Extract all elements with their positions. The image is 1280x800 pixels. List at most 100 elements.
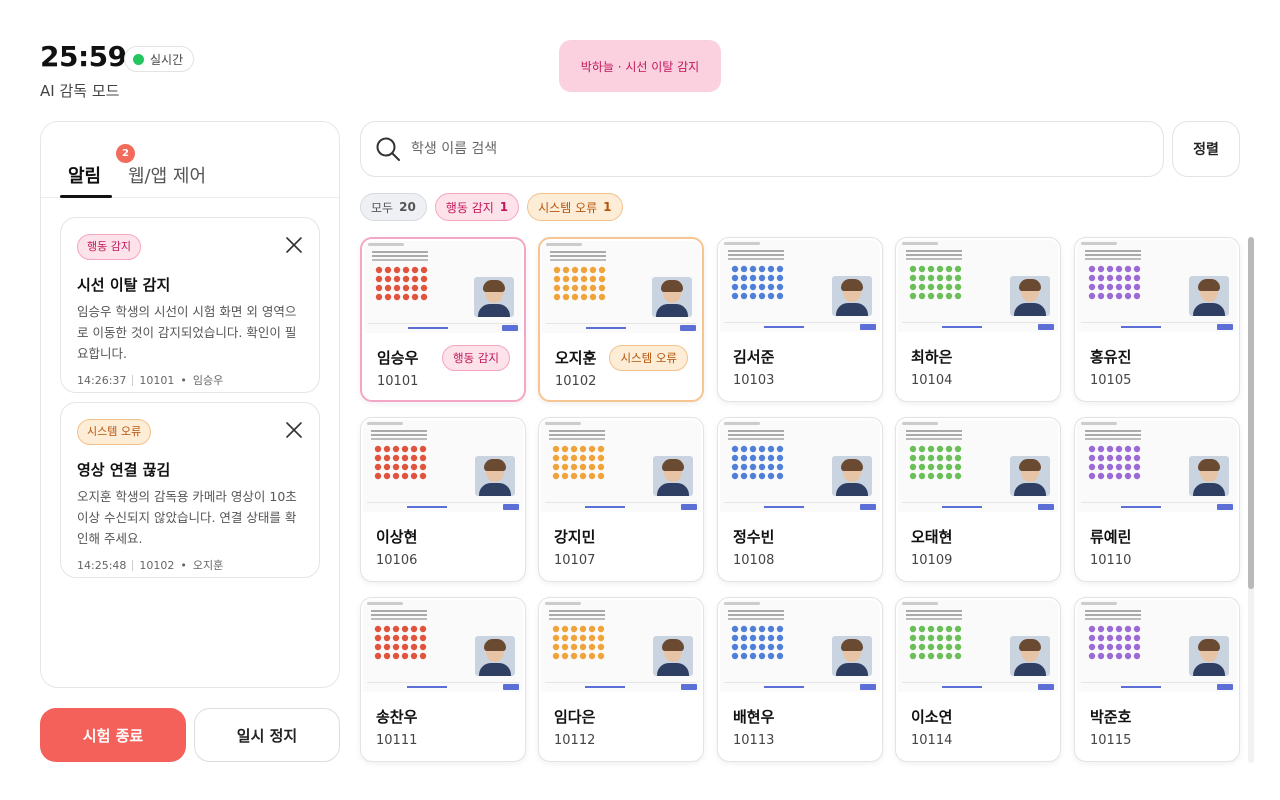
alert-meta: 14:25:48 10102 • 오지훈	[77, 557, 303, 573]
screen-thumbnail	[364, 241, 522, 333]
student-card[interactable]: 이상현 10106	[360, 417, 526, 582]
webcam-feed	[1189, 636, 1229, 676]
alert-type-chip: 시스템 오류	[77, 419, 152, 445]
filter-behavior[interactable]: 행동 감지 1	[434, 193, 520, 221]
student-name: 최하은	[911, 348, 953, 366]
scroll-thumb[interactable]	[1248, 237, 1254, 589]
problem-objects-icon	[1088, 265, 1141, 300]
screen-thumbnail	[363, 600, 523, 692]
student-card[interactable]: 임다은 10112	[538, 597, 704, 762]
student-card[interactable]: 임승우 10101 행동 감지	[360, 237, 526, 402]
webcam-feed	[832, 636, 872, 676]
tab-web-app-control[interactable]: 웹/앱 제어	[128, 162, 206, 188]
student-card[interactable]: 오지훈 10102 시스템 오류	[538, 237, 704, 402]
webcam-feed	[653, 456, 693, 496]
student-id: 10106	[376, 553, 418, 568]
student-card[interactable]: 송찬우 10111	[360, 597, 526, 762]
student-id: 10109	[911, 553, 953, 568]
problem-objects-icon	[1088, 625, 1141, 660]
status-badge: 행동 감지	[442, 345, 510, 371]
problem-objects-icon	[731, 625, 784, 660]
alert-body: 오지훈 학생의 감독용 카메라 영상이 10초 이상 수신되지 않았습니다. 연…	[77, 489, 297, 546]
screen-thumbnail	[720, 420, 880, 512]
webcam-feed	[475, 636, 515, 676]
alert-count-badge: 2	[116, 144, 135, 163]
student-name: 김서준	[733, 348, 775, 366]
student-card[interactable]: 최하은 10104	[895, 237, 1061, 402]
alert-title: 시선 이탈 감지	[77, 276, 171, 294]
student-card[interactable]: 강지민 10107	[538, 417, 704, 582]
end-exam-button[interactable]: 시험 종료	[40, 708, 186, 762]
problem-objects-icon	[1088, 445, 1141, 480]
active-tab-indicator	[60, 195, 112, 198]
student-name: 임승우	[377, 349, 419, 367]
student-name: 이상현	[376, 528, 418, 546]
student-card[interactable]: 배현우 10113	[717, 597, 883, 762]
close-icon[interactable]	[285, 236, 303, 254]
screen-thumbnail	[720, 240, 880, 332]
student-id: 10111	[376, 733, 418, 748]
student-id: 10114	[911, 733, 953, 748]
alert-type-chip: 행동 감지	[77, 234, 141, 260]
problem-objects-icon	[374, 445, 427, 480]
screen-thumbnail	[720, 600, 880, 692]
exam-timer: 25:59	[40, 40, 127, 73]
screen-thumbnail	[898, 600, 1058, 692]
screen-thumbnail	[542, 241, 700, 333]
student-name: 박준호	[1090, 708, 1132, 726]
problem-objects-icon	[731, 445, 784, 480]
student-id: 10112	[554, 733, 596, 748]
search-icon	[376, 137, 400, 161]
problem-objects-icon	[374, 625, 427, 660]
meta-divider	[132, 374, 134, 386]
alert-toast[interactable]: 박하늘 · 시선 이탈 감지	[559, 40, 721, 92]
filter-label: 모두	[371, 200, 394, 215]
webcam-feed	[474, 277, 514, 317]
student-name: 임다은	[554, 708, 596, 726]
filter-label: 시스템 오류	[538, 200, 598, 215]
mode-label: AI 감독 모드	[40, 82, 120, 100]
student-name: 강지민	[554, 528, 596, 546]
webcam-feed	[832, 456, 872, 496]
meta-divider	[132, 559, 134, 571]
student-card[interactable]: 김서준 10103	[717, 237, 883, 402]
pause-button[interactable]: 일시 정지	[194, 708, 340, 762]
student-card[interactable]: 정수빈 10108	[717, 417, 883, 582]
screen-thumbnail	[541, 600, 701, 692]
student-name: 정수빈	[733, 528, 775, 546]
student-card[interactable]: 박준호 10115	[1074, 597, 1240, 762]
student-grid: 임승우 10101 행동 감지 오지훈 10102 시스템 오류 김서준 10103 최하은 10…	[360, 237, 1240, 763]
student-id: 10102	[555, 374, 597, 389]
filter-system-error[interactable]: 시스템 오류 1	[527, 193, 623, 221]
search-bar[interactable]	[360, 121, 1164, 177]
sort-button[interactable]: 정렬	[1172, 121, 1240, 177]
filter-count: 1	[603, 200, 612, 214]
tab-alerts[interactable]: 알림	[68, 162, 101, 188]
close-icon[interactable]	[285, 421, 303, 439]
search-input[interactable]	[411, 141, 1111, 157]
problem-objects-icon	[553, 266, 606, 301]
screen-thumbnail	[1077, 420, 1237, 512]
alert-card[interactable]: 시스템 오류 영상 연결 끊김 오지훈 학생의 감독용 카메라 영상이 10초 …	[60, 402, 320, 578]
student-id: 10115	[1090, 733, 1132, 748]
grid-scrollbar[interactable]	[1248, 237, 1254, 763]
webcam-feed	[653, 636, 693, 676]
student-card[interactable]: 오태현 10109	[895, 417, 1061, 582]
filter-label: 행동 감지	[445, 200, 494, 215]
student-id: 10101	[377, 374, 419, 389]
student-name: 배현우	[733, 708, 775, 726]
student-card[interactable]: 류예린 10110	[1074, 417, 1240, 582]
alert-student-id: 10102	[139, 558, 175, 572]
problem-objects-icon	[909, 265, 962, 300]
alert-time: 14:25:48	[77, 558, 127, 572]
live-status-badge: 실시간	[124, 46, 195, 72]
student-name: 오지훈	[555, 349, 597, 367]
webcam-feed	[1010, 636, 1050, 676]
alert-card[interactable]: 행동 감지 시선 이탈 감지 임승우 학생의 시선이 시험 화면 외 영역으로 …	[60, 217, 320, 393]
student-card[interactable]: 이소연 10114	[895, 597, 1061, 762]
student-card[interactable]: 홍유진 10105	[1074, 237, 1240, 402]
live-dot-icon	[133, 53, 144, 65]
screen-thumbnail	[363, 420, 523, 512]
problem-objects-icon	[909, 625, 962, 660]
filter-all[interactable]: 모두 20	[360, 193, 427, 221]
